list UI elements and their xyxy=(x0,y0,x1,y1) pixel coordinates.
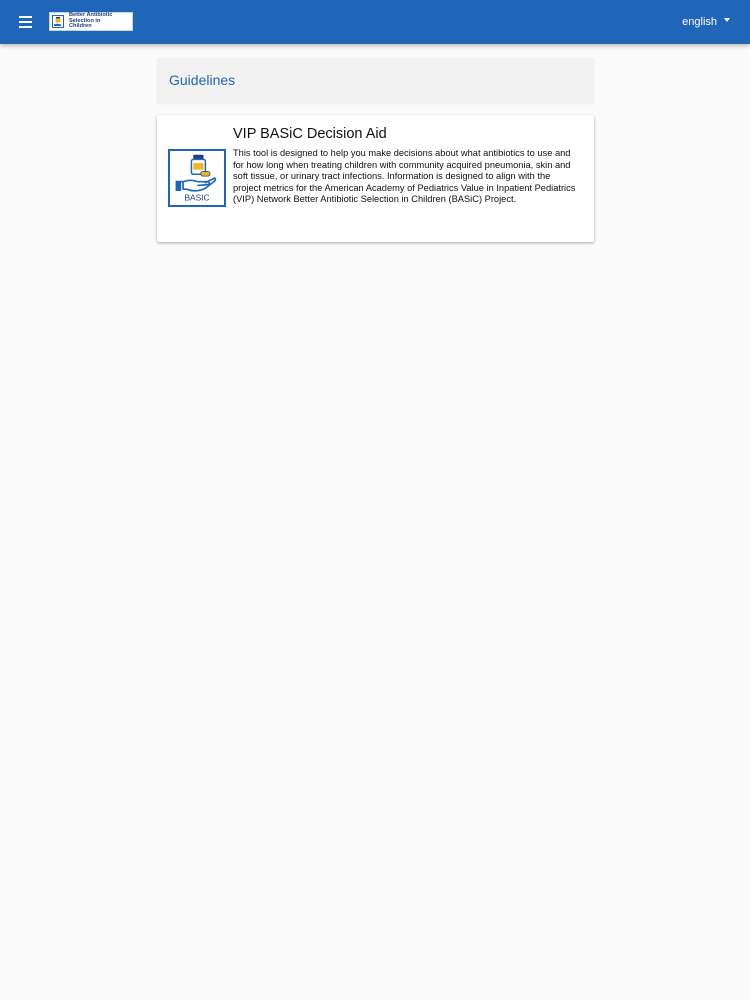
language-selector[interactable]: english xyxy=(682,8,730,36)
hamburger-menu-icon[interactable] xyxy=(15,12,37,32)
card-title: VIP BASiC Decision Aid xyxy=(233,126,387,142)
guidelines-section-header: Guidelines xyxy=(157,58,594,103)
section-title: Guidelines xyxy=(169,72,236,88)
app-logo[interactable]: Better Antibiotic Selection in Children xyxy=(49,12,133,31)
app-header: Better Antibiotic Selection in Children … xyxy=(0,0,750,44)
card-icon-label: BASIC xyxy=(184,192,209,202)
language-label: english xyxy=(682,16,717,28)
card-description: This tool is designed to help you make d… xyxy=(233,148,576,205)
basic-pill-bottle-icon: BASIC xyxy=(168,149,226,207)
decision-aid-card[interactable]: BASIC VIP BASiC Decision Aid This tool i… xyxy=(157,115,594,242)
caret-down-icon xyxy=(724,18,730,22)
logo-text: Better Antibiotic Selection in Children xyxy=(69,12,113,30)
logo-mini-icon xyxy=(52,15,64,28)
